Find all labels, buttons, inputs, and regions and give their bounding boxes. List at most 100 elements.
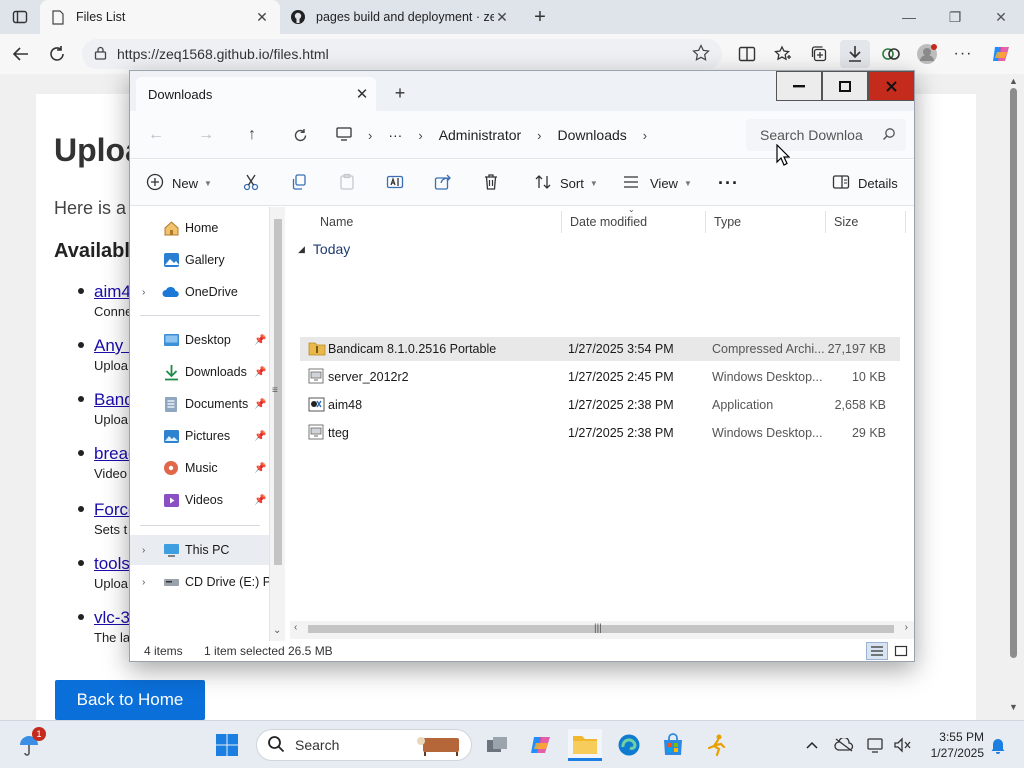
breadcrumb[interactable]: › ··· › Administrator › Downloads › (336, 119, 740, 151)
breadcrumb-administrator[interactable]: Administrator (439, 127, 521, 143)
rename-button[interactable] (386, 170, 404, 196)
forward-arrow-icon[interactable]: → (194, 123, 218, 147)
network-icon[interactable] (866, 735, 886, 755)
nav-item-home[interactable]: Home (130, 213, 270, 243)
new-button[interactable]: New ▼ (146, 170, 212, 196)
browser-tab-pages-build[interactable]: pages build and deployment · zeq ✕ (280, 0, 520, 34)
nav-pane-scrollbar[interactable]: ≡ ⌄ (269, 207, 285, 641)
file-link[interactable]: tools (94, 554, 130, 574)
group-header-today[interactable]: ◢ Today (298, 241, 350, 257)
scroll-down-icon[interactable]: ⌄ (273, 625, 281, 636)
cloud-sync-icon[interactable] (834, 735, 854, 755)
chevron-right-icon[interactable]: › (142, 287, 145, 298)
new-tab-icon[interactable]: + (526, 4, 554, 30)
tab-actions-icon[interactable] (6, 4, 34, 30)
show-hidden-icons-chevron-icon[interactable] (802, 735, 822, 755)
nav-item-onedrive[interactable]: › OneDrive (130, 277, 270, 307)
nav-item-pictures[interactable]: Pictures 📌 (130, 421, 270, 451)
browser-tab-files-list[interactable]: Files List ✕ (40, 0, 280, 34)
large-icons-view-icon[interactable] (890, 642, 912, 660)
back-icon[interactable] (6, 40, 36, 68)
taskbar-search-box[interactable]: Search (256, 729, 472, 761)
task-view-icon[interactable] (480, 729, 514, 761)
pin-icon[interactable]: 📌 (254, 495, 266, 506)
pin-icon[interactable]: 📌 (254, 399, 266, 410)
monitor-icon[interactable] (336, 126, 352, 144)
copilot-icon[interactable] (524, 729, 558, 761)
file-explorer-taskbar-icon[interactable] (568, 729, 602, 761)
nav-item-gallery[interactable]: Gallery (130, 245, 270, 275)
column-header-date[interactable]: Date modified (562, 211, 706, 233)
nav-item-this-pc[interactable]: › This PC (130, 535, 270, 565)
collapse-triangle-icon[interactable]: ◢ (298, 244, 305, 255)
scroll-left-icon[interactable]: ‹ (294, 622, 297, 633)
cut-button[interactable] (242, 170, 260, 196)
search-input[interactable]: Search Downloa (746, 119, 906, 151)
notification-bell-icon[interactable] (988, 735, 1008, 755)
file-link[interactable]: aim4 (94, 282, 131, 302)
scroll-right-icon[interactable]: › (905, 622, 908, 633)
breadcrumb-downloads[interactable]: Downloads (558, 127, 627, 143)
column-header-type[interactable]: Type (706, 211, 826, 233)
file-link[interactable]: vlc-3 (94, 608, 130, 628)
collections-icon[interactable] (804, 40, 834, 68)
see-more-icon[interactable]: ··· (718, 170, 739, 196)
view-button[interactable]: View ▼ (622, 170, 692, 196)
extensions-icon[interactable] (876, 40, 906, 68)
explorer-tab-downloads[interactable]: Downloads ✕ (136, 77, 376, 111)
file-row[interactable]: server_2012r2 1/27/2025 2:45 PM Windows … (300, 365, 900, 389)
start-windows-icon[interactable] (210, 729, 244, 761)
file-link[interactable]: Band (94, 390, 134, 410)
file-link[interactable]: Any I (94, 336, 133, 356)
copilot-icon[interactable] (986, 40, 1016, 68)
close-tab-icon[interactable]: ✕ (254, 9, 270, 26)
pin-icon[interactable]: 📌 (254, 335, 266, 346)
maximize-button[interactable] (822, 71, 868, 101)
details-view-icon[interactable] (866, 642, 888, 660)
profile-avatar[interactable] (912, 40, 942, 68)
favorites-icon[interactable] (768, 40, 798, 68)
minimize-button[interactable] (776, 71, 822, 101)
sort-button[interactable]: Sort ▼ (534, 170, 598, 196)
nav-item-desktop[interactable]: Desktop 📌 (130, 325, 270, 355)
up-arrow-icon[interactable]: ↑ (240, 123, 264, 147)
scroll-down-icon[interactable]: ▼ (1009, 702, 1018, 712)
edge-browser-icon[interactable] (612, 729, 646, 761)
chevron-right-icon[interactable]: › (142, 577, 145, 588)
scrollbar-thumb[interactable] (1010, 88, 1017, 658)
column-header-size[interactable]: Size (826, 211, 906, 233)
more-options-icon[interactable]: ··· (948, 40, 978, 68)
pin-icon[interactable]: 📌 (254, 463, 266, 474)
running-app-icon[interactable] (700, 729, 734, 761)
copy-button[interactable] (290, 170, 308, 196)
pin-icon[interactable]: 📌 (254, 431, 266, 442)
more-crumbs-icon[interactable]: ··· (388, 127, 402, 143)
close-window-icon[interactable]: ✕ (978, 0, 1024, 34)
delete-button[interactable] (482, 170, 500, 196)
refresh-icon[interactable] (288, 123, 312, 147)
scroll-up-icon[interactable]: ▲ (1009, 76, 1018, 86)
paste-button[interactable] (338, 170, 356, 196)
details-button[interactable]: Details (832, 170, 898, 196)
address-bar[interactable]: https://zeq1568.github.io/files.html (82, 39, 722, 69)
horizontal-scrollbar[interactable]: ‹ ||| › (290, 621, 914, 639)
pin-icon[interactable]: 📌 (254, 367, 266, 378)
file-row[interactable]: tteg 1/27/2025 2:38 PM Windows Desktop..… (300, 421, 900, 445)
lock-icon[interactable] (94, 46, 107, 63)
favorite-star-icon[interactable] (692, 44, 710, 65)
split-screen-icon[interactable] (732, 40, 762, 68)
minimize-icon[interactable]: — (886, 0, 932, 34)
microsoft-store-icon[interactable] (656, 729, 690, 761)
share-button[interactable] (434, 170, 452, 196)
nav-item-music[interactable]: Music 📌 (130, 453, 270, 483)
page-scrollbar[interactable]: ▲ ▼ (1004, 74, 1024, 720)
nav-item-videos[interactable]: Videos 📌 (130, 485, 270, 515)
nav-item-documents[interactable]: Documents 📌 (130, 389, 270, 419)
close-button[interactable] (868, 71, 914, 101)
volume-muted-icon[interactable] (892, 735, 912, 755)
back-to-home-button[interactable]: Back to Home (55, 680, 205, 720)
downloads-icon[interactable] (840, 40, 870, 68)
close-tab-icon[interactable]: ✕ (348, 85, 376, 103)
chevron-right-icon[interactable]: › (142, 545, 145, 556)
file-row[interactable]: aim48 1/27/2025 2:38 PM Application 2,65… (300, 393, 900, 417)
